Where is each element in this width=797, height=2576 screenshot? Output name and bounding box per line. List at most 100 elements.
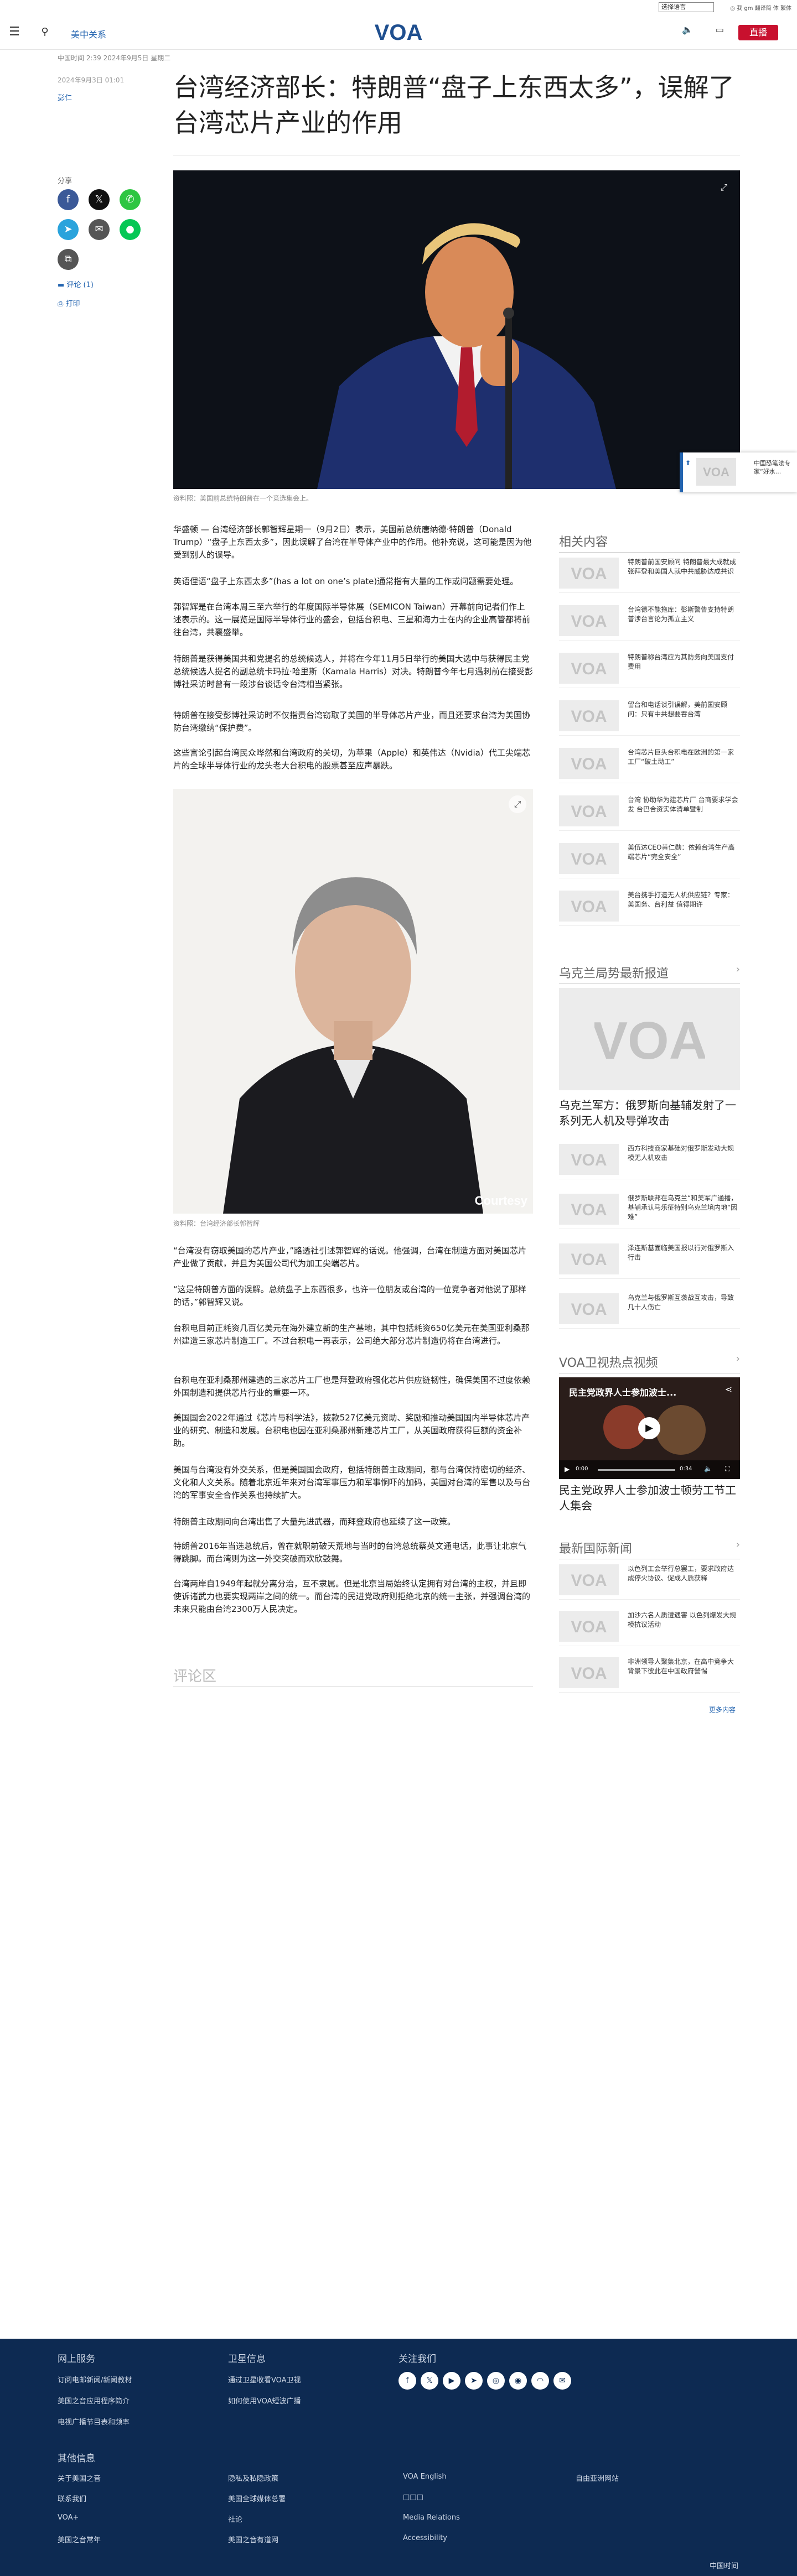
sidebar-list-item[interactable]: VOA 以色列工会举行总罢工，要求政府达成停火协议、促成人质获释	[559, 1560, 740, 1600]
sidebar-list-item[interactable]: VOA 泽连斯基面临美国报以行对俄罗斯入行击	[559, 1239, 740, 1279]
item-title: 西方科技商家基础对俄罗斯发动大规模无人机攻击	[628, 1144, 734, 1162]
sidebar-list-item[interactable]: VOA 特朗普称台湾应为其防务向美国支付费用	[559, 648, 740, 688]
share-label: 分享	[58, 177, 73, 185]
sidebar-list-item[interactable]: VOA 台湾芯片巨头台积电在欧洲的第一家工厂“破土动工”	[559, 743, 740, 783]
email-share-icon[interactable]: ✉	[89, 219, 110, 240]
language-select[interactable]: 选择语言	[659, 2, 714, 12]
expand-icon[interactable]: ⤢	[509, 795, 526, 813]
whatsapp-share-icon[interactable]: ✆	[120, 189, 141, 210]
video-title[interactable]: 民主党政界人士参加波士顿劳工节工人集会	[559, 1482, 740, 1513]
item-thumbnail: VOA	[559, 843, 619, 874]
video-header[interactable]: VOA卫视热点视频 ›	[559, 1353, 740, 1373]
card-thumb: VOA	[696, 458, 736, 486]
video-icon[interactable]: ▭	[716, 24, 724, 35]
article-paragraph: 这些言论引起台湾民众哗然和台湾政府的关切，为苹果（Apple）和英伟达（Nvid…	[173, 748, 530, 771]
ukraine-header[interactable]: 乌克兰局势最新报道 ›	[559, 964, 740, 984]
footer-link[interactable]: 通过卫星收看VOA卫视	[228, 2374, 301, 2385]
sidebar-list-item[interactable]: VOA 留台和电话谈引误解，美前国安顾问：只有中共想要吞台湾	[559, 696, 740, 736]
image-credit: Courtesy	[474, 1194, 527, 1208]
footer-link[interactable]: 关于美国之音	[58, 2473, 101, 2483]
item-thumbnail: VOA	[559, 653, 619, 684]
item-title: 台湾德不能拖库：彭斯警告支持特朗普涉台言论为孤立主义	[628, 606, 734, 623]
voa-logo[interactable]: VOA	[369, 21, 428, 44]
search-icon[interactable]: ⚲	[38, 25, 52, 39]
sidebar-list-item[interactable]: VOA 美台携手打造无人机供应链？专家：美国务、台利益 值得期许	[559, 886, 740, 926]
item-title: 特朗普称台湾应为其防务向美国支付费用	[628, 653, 734, 670]
pin-icon: ⬆	[685, 459, 691, 467]
sidebar-list-item[interactable]: VOA 乌克兰与俄罗斯互袭战互攻击，导致几十人伤亡	[559, 1289, 740, 1329]
instagram-icon[interactable]: ◎	[487, 2372, 505, 2390]
svg-text:VOA: VOA	[571, 707, 607, 725]
fullscreen-icon[interactable]: ⛶	[725, 1465, 729, 1473]
expand-icon[interactable]: ⤢	[716, 180, 732, 195]
utility-links[interactable]: ◎ 我 gm 翻译简 体 繁体	[730, 3, 791, 12]
footer-link[interactable]: 美国之音常年	[58, 2534, 101, 2544]
sidebar-list-item[interactable]: VOA 美伍达CEO黄仁勋：依赖台湾生产高端芯片“完全安全”	[559, 839, 740, 878]
footer-link[interactable]: 联系我们	[58, 2493, 86, 2504]
rss-icon[interactable]: ◠	[531, 2372, 549, 2390]
sidebar-list-item[interactable]: VOA 台湾德不能拖库：彭斯警告支持特朗普涉台言论为孤立主义	[559, 601, 740, 641]
item-title: 以色列工会举行总罢工，要求政府达成停火协议、促成人质获释	[628, 1565, 734, 1582]
footer-link[interactable]: VOA+	[58, 2513, 79, 2522]
copy-link-icon[interactable]: ⧉	[58, 249, 79, 270]
sidebar-list-item[interactable]: VOA 西方科技商家基础对俄罗斯发动大规模无人机攻击	[559, 1139, 740, 1179]
footer-col1-header: 网上服务	[58, 2354, 95, 2365]
footer-link[interactable]: 美国之音应用程序简介	[58, 2395, 130, 2406]
article-paragraph: 特朗普是获得美国共和党提名的总统候选人，并将在今年11月5日举行的美国大选中与获…	[173, 654, 533, 689]
sidebar-list-item[interactable]: VOA 非洲领导人聚集北京，在高中竞争大背景下彼此在中国政府警惕	[559, 1653, 740, 1693]
footer-link[interactable]: 美国之音有道网	[228, 2534, 278, 2544]
footer-link[interactable]: VOA English	[403, 2473, 447, 2481]
floating-news-card[interactable]: ⬆ VOA 中国恐笔法专家“好水...	[680, 452, 797, 492]
line-share-icon[interactable]: ●	[120, 219, 141, 240]
svg-text:VOA: VOA	[571, 898, 607, 915]
footer-link[interactable]: 自由亚洲网站	[576, 2473, 619, 2483]
ukraine-main-image[interactable]: VOA	[559, 988, 740, 1090]
sidebar-list-item[interactable]: VOA 加沙六名人质遭遇害 以色列爆发大规模抗议活动	[559, 1606, 740, 1646]
footer-link[interactable]: 隐私及私隐政策	[228, 2473, 278, 2483]
telegram-icon[interactable]: ➤	[465, 2372, 483, 2390]
email-icon[interactable]: ✉	[553, 2372, 571, 2390]
footer-link[interactable]: 如何使用VOA短波广播	[228, 2395, 301, 2406]
video-player[interactable]: 民主党政界人士参加波士... ⋖ ▶ ▶ 0:00 0:34 🔈 ⛶	[559, 1377, 740, 1479]
audio-icon[interactable]: 🔈	[682, 24, 693, 35]
print-link[interactable]: ⎙ 打印	[58, 298, 80, 308]
telegram-share-icon[interactable]: ➤	[58, 219, 79, 240]
footer-link[interactable]: □□□	[403, 2493, 423, 2501]
play-icon[interactable]: ▶	[638, 1417, 660, 1439]
comment-icon: ▬	[58, 281, 67, 289]
podcast-icon[interactable]: ◉	[509, 2372, 527, 2390]
item-thumbnail: VOA	[559, 700, 619, 731]
more-link[interactable]: 更多内容	[709, 1705, 736, 1714]
youtube-icon[interactable]: ▶	[443, 2372, 460, 2390]
sidebar-list-item[interactable]: VOA 特朗普前国安顾问 特朗普最大成就成张拜登和美国人就中共威胁达成共识	[559, 553, 740, 593]
footer-link[interactable]: Media Relations	[403, 2513, 460, 2522]
share-icon[interactable]: ⋖	[725, 1384, 732, 1394]
volume-icon[interactable]: 🔈	[704, 1465, 712, 1472]
ukraine-main-title[interactable]: 乌克兰军方：俄罗斯向基辅发射了一系列无人机及导弹攻击	[559, 1097, 740, 1128]
intl-header[interactable]: 最新国际新闻 ›	[559, 1539, 740, 1559]
print-icon: ⎙	[58, 300, 66, 308]
comments-header: 评论区	[173, 1668, 217, 1685]
sidebar-list-item[interactable]: VOA 台湾 协助华为建芯片厂 台商要求学会发 台巴合资实体清单暨制	[559, 791, 740, 831]
facebook-icon[interactable]: f	[398, 2372, 416, 2390]
footer-link[interactable]: 电视广播节目表和频率	[58, 2416, 130, 2427]
video-progress-bar[interactable]	[598, 1469, 675, 1471]
comments-link[interactable]: ▬ 评论 (1)	[58, 279, 94, 289]
svg-text:VOA: VOA	[571, 850, 607, 867]
play-small-icon[interactable]: ▶	[565, 1465, 570, 1473]
article-author[interactable]: 彭仁	[58, 92, 72, 102]
portrait-caption: 资料照：台湾经济部长郭智辉	[173, 1220, 260, 1227]
footer-link[interactable]: 社论	[228, 2513, 242, 2524]
hero-image	[173, 170, 740, 489]
facebook-share-icon[interactable]: f	[58, 189, 79, 210]
hamburger-menu-icon[interactable]: ☰	[7, 24, 22, 40]
footer-link[interactable]: 订阅电邮新闻/新闻教材	[58, 2374, 132, 2385]
footer-link[interactable]: Accessibility	[403, 2534, 447, 2542]
footer-link[interactable]: 美国全球媒体总署	[228, 2493, 286, 2504]
article-paragraph: “这是特朗普方面的误解。总统盘子上东西很多，也许一位朋友或台湾的一位竞争者对他说…	[173, 1284, 526, 1307]
sidebar-list-item[interactable]: VOA 俄罗斯联邦在乌克兰“和美军广通播，基辅承认马乐征特别乌克兰境内地“因难”	[559, 1189, 740, 1229]
x-share-icon[interactable]: 𝕏	[89, 189, 110, 210]
live-button[interactable]: 直播	[738, 25, 778, 40]
x-icon[interactable]: 𝕏	[421, 2372, 438, 2390]
section-link[interactable]: 美中关系	[71, 27, 106, 40]
